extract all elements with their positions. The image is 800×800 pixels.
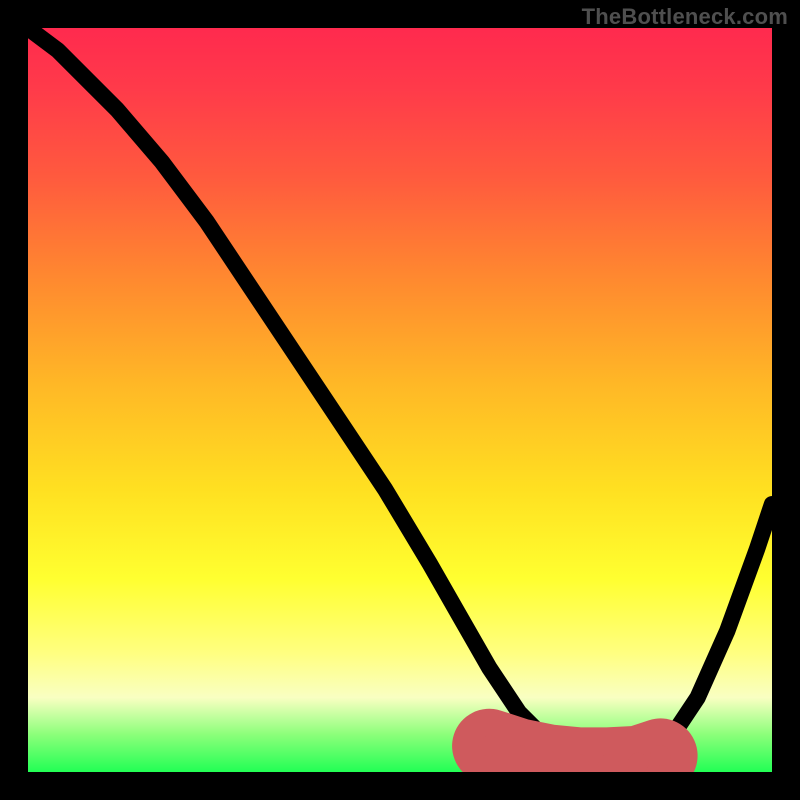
optimal-zone-point <box>650 745 671 766</box>
plot-area <box>28 28 772 772</box>
bottleneck-curve-line <box>28 28 772 765</box>
optimal-zone-point <box>509 745 530 766</box>
optimal-zone-point <box>538 751 559 772</box>
watermark-label: TheBottleneck.com <box>582 4 788 30</box>
chart-svg <box>28 28 772 772</box>
chart-container: TheBottleneck.com <box>0 0 800 800</box>
optimal-zone-point <box>479 736 500 757</box>
